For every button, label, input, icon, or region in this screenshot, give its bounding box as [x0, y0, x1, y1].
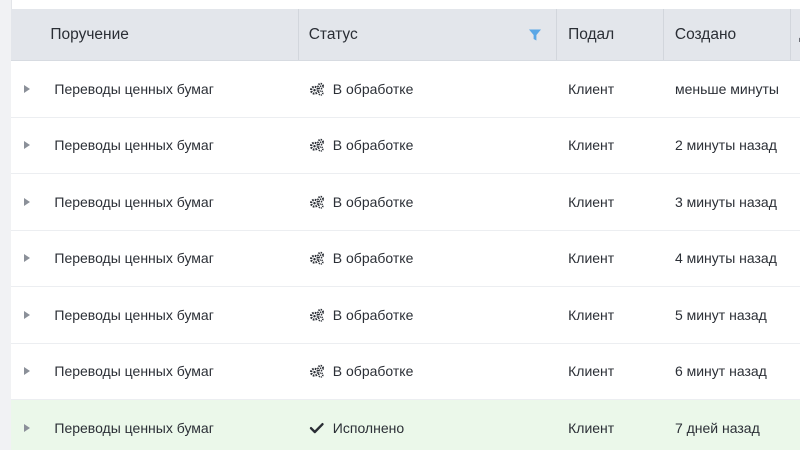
status-label: В обработке — [332, 306, 414, 323]
status-cell: В обработке — [299, 231, 557, 287]
status-label: В обработке — [332, 80, 414, 97]
status-label: В обработке — [332, 137, 414, 154]
gears-icon — [309, 364, 324, 379]
caret-right-icon — [23, 141, 30, 150]
table-header: Поручение Статус Подал Создано Д — [11, 9, 800, 61]
status-cell: В обработке — [299, 61, 557, 117]
column-header-order[interactable]: Поручение — [38, 9, 299, 60]
caret-right-icon — [23, 84, 30, 93]
next-cell — [791, 118, 800, 174]
table-row[interactable]: Переводы ценных бумаг В обработке Клиент… — [11, 287, 800, 344]
next-cell — [791, 61, 800, 117]
table-row-completed[interactable]: Переводы ценных бумаг Исполнено Клиент 7… — [11, 400, 800, 450]
column-header-order-label: Поручение — [50, 25, 129, 43]
table-row[interactable]: Переводы ценных бумаг В обработке Клиент… — [11, 174, 800, 231]
order-cell: Переводы ценных бумаг — [54, 193, 214, 210]
created-cell: 6 минут назад — [674, 363, 767, 380]
status-label: Исполнено — [332, 419, 405, 436]
order-cell: Переводы ценных бумаг — [54, 80, 214, 97]
created-cell: 5 минут назад — [674, 306, 767, 323]
submitted-by-cell: Клиент — [568, 306, 615, 323]
table-row[interactable]: Переводы ценных бумаг В обработке Клиент… — [11, 61, 800, 118]
column-header-next[interactable]: Д — [791, 9, 800, 60]
column-header-status[interactable]: Статус — [299, 9, 558, 60]
status-cell: В обработке — [299, 344, 557, 400]
submitted-by-cell: Клиент — [568, 137, 615, 154]
expand-row-button[interactable] — [11, 287, 38, 343]
order-cell: Переводы ценных бумаг — [54, 137, 214, 154]
created-cell: 2 минуты назад — [674, 137, 777, 154]
table-row[interactable]: Переводы ценных бумаг В обработке Клиент… — [11, 343, 800, 400]
submitted-by-cell: Клиент — [568, 363, 615, 380]
status-cell: Исполнено — [299, 400, 557, 450]
caret-right-icon — [23, 423, 30, 432]
table-row[interactable]: Переводы ценных бумаг В обработке Клиент… — [11, 117, 800, 174]
column-header-submitted-by[interactable]: Подал — [557, 9, 664, 60]
created-cell: 4 минуты назад — [674, 250, 777, 267]
caret-right-icon — [23, 197, 30, 206]
gears-icon — [309, 138, 324, 153]
next-cell — [791, 231, 800, 287]
table-row[interactable]: Переводы ценных бумаг В обработке Клиент… — [11, 230, 800, 287]
gears-icon — [309, 82, 324, 96]
expand-row-button[interactable] — [11, 344, 38, 400]
filter-icon[interactable] — [528, 28, 542, 42]
header-expand-column — [11, 9, 38, 60]
status-cell: В обработке — [299, 287, 557, 343]
caret-right-icon — [23, 367, 30, 376]
status-cell: В обработке — [299, 118, 557, 174]
next-cell — [791, 287, 800, 343]
expand-row-button[interactable] — [11, 400, 38, 450]
created-cell: меньше минуты — [674, 80, 779, 97]
next-cell — [791, 400, 800, 450]
checkmark-icon — [309, 422, 324, 433]
order-cell: Переводы ценных бумаг — [54, 419, 214, 436]
expand-row-button[interactable] — [11, 61, 38, 117]
caret-right-icon — [23, 310, 30, 319]
orders-table-viewport: Поручение Статус Подал Создано Д Перевод… — [0, 0, 800, 450]
expand-row-button[interactable] — [11, 231, 38, 287]
expand-row-button[interactable] — [11, 174, 38, 230]
column-header-submitted-by-label: Подал — [568, 25, 615, 43]
created-cell: 3 минуты назад — [674, 193, 777, 210]
orders-table: Поручение Статус Подал Создано Д Перевод… — [11, 9, 800, 450]
order-cell: Переводы ценных бумаг — [54, 306, 214, 323]
submitted-by-cell: Клиент — [568, 193, 615, 210]
submitted-by-cell: Клиент — [568, 419, 615, 436]
submitted-by-cell: Клиент — [568, 80, 615, 97]
column-header-created-label: Создано — [674, 25, 737, 43]
status-label: В обработке — [332, 250, 414, 267]
expand-row-button[interactable] — [11, 118, 38, 174]
status-label: В обработке — [332, 363, 414, 380]
caret-right-icon — [23, 254, 30, 263]
order-cell: Переводы ценных бумаг — [54, 250, 214, 267]
gears-icon — [309, 308, 324, 322]
column-header-status-label: Статус — [308, 25, 358, 43]
next-cell — [791, 344, 800, 400]
status-cell: В обработке — [299, 174, 557, 230]
column-header-created[interactable]: Создано — [664, 9, 792, 60]
next-cell — [791, 174, 800, 230]
order-cell: Переводы ценных бумаг — [54, 363, 214, 380]
gears-icon — [309, 195, 324, 209]
gears-icon — [309, 251, 324, 266]
submitted-by-cell: Клиент — [568, 250, 615, 267]
status-label: В обработке — [332, 193, 414, 210]
created-cell: 7 дней назад — [674, 419, 760, 436]
